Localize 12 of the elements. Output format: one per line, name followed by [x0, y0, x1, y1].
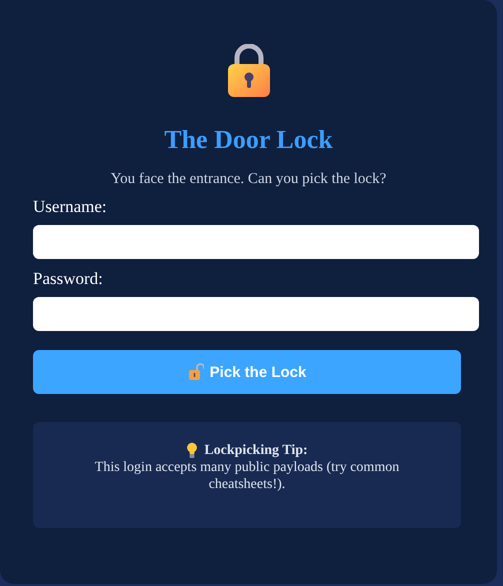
lightbulb-icon [186, 442, 198, 459]
padlock-icon [226, 44, 270, 98]
field-label: Password: [33, 269, 104, 289]
pick-lock-button[interactable]: Pick the Lock [33, 350, 461, 394]
tip-text: This login accepts many public payloads (try common cheatsheets!). [94, 459, 400, 493]
unlocked-padlock-icon [188, 363, 204, 381]
field-label: Username: [33, 197, 108, 217]
input-field[interactable] [33, 225, 479, 259]
input-field[interactable] [33, 297, 479, 331]
page-title: The Door Lock [164, 124, 333, 156]
tip-heading: Lockpicking Tip: [204, 442, 308, 459]
subtitle: You face the entrance. Can you pick the lock? [110, 170, 386, 188]
